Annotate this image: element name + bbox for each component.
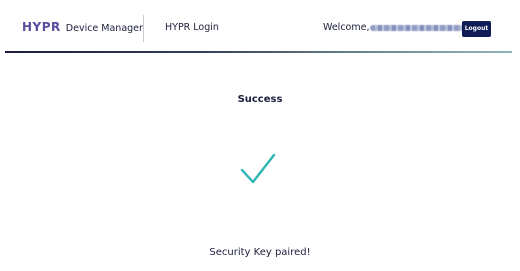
page-title: Success [237, 94, 283, 105]
app-name: HYPR Login [165, 22, 219, 33]
welcome-message: Welcome, [323, 22, 467, 33]
logo-product-name: Device Manager [65, 23, 143, 34]
status-message: Security Key paired! [209, 247, 311, 258]
hypr-logo[interactable]: HYPR Device Manager [22, 20, 143, 34]
page: HYPR Device Manager HYPR Login Welcome, … [0, 0, 520, 271]
checkmark-icon [240, 153, 276, 184]
welcome-label: Welcome, [323, 22, 370, 33]
redacted-email [370, 25, 467, 31]
header-divider [143, 15, 144, 42]
logout-button[interactable]: Logout [462, 21, 491, 37]
header-rule [5, 51, 512, 53]
header: HYPR Device Manager HYPR Login Welcome, … [0, 0, 520, 53]
logo-mark: HYPR [22, 20, 61, 34]
